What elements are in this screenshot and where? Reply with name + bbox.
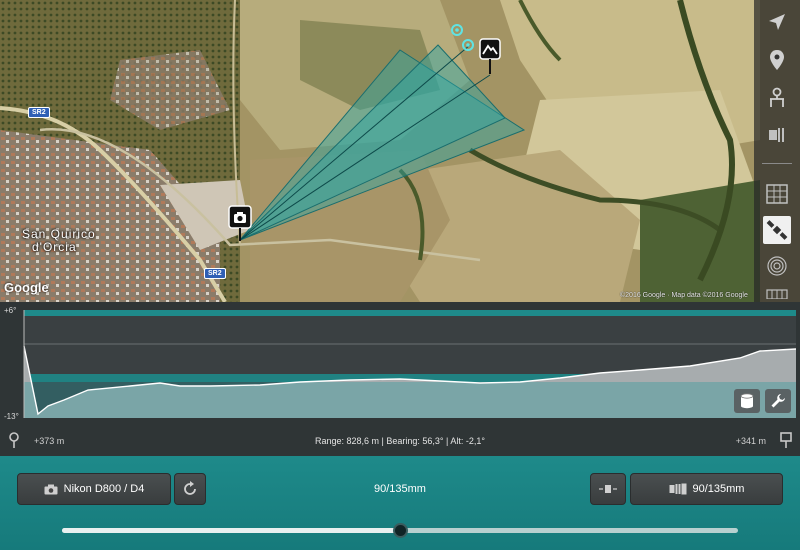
app-window: San Quirico d'Orcia SR2 SR2 Google ©2016… <box>0 0 800 550</box>
settings-button[interactable] <box>765 389 791 413</box>
lens-icon <box>669 483 686 495</box>
map-grid-icon[interactable] <box>763 180 791 208</box>
profile-top-label: +6° <box>4 306 17 315</box>
lens-orientation-button[interactable] <box>590 473 626 505</box>
camera-pin-icon[interactable] <box>228 205 252 241</box>
google-logo: Google <box>4 280 49 295</box>
target-ring-icon[interactable] <box>450 23 464 37</box>
dual-pin-icon[interactable] <box>763 84 791 112</box>
toolbar-divider <box>762 163 792 164</box>
camera-controls: Nikon D800 / D4 90/135mm 90/135mm <box>0 456 800 550</box>
lens-select-button[interactable]: 90/135mm <box>630 473 783 505</box>
navigation-arrow-icon[interactable] <box>763 8 791 36</box>
end-altitude: +341 m <box>735 436 766 446</box>
wrench-icon <box>771 394 785 408</box>
road-badge: SR2 <box>28 107 50 118</box>
satellite-icon[interactable] <box>763 216 791 244</box>
cylinder-icon <box>740 393 754 409</box>
elevation-profile-chart <box>0 302 800 428</box>
cylinder-button[interactable] <box>734 389 760 413</box>
more-layers-icon[interactable] <box>763 284 791 302</box>
satellite-map[interactable]: San Quirico d'Orcia SR2 SR2 Google ©2016… <box>0 0 800 302</box>
focal-slider-thumb[interactable] <box>392 523 408 538</box>
elevation-profile-panel[interactable]: +6° -13° <box>0 302 800 428</box>
target-ring-icon[interactable] <box>461 38 475 52</box>
lens-orientation-icon <box>599 485 617 493</box>
terrain-icon[interactable] <box>763 252 791 280</box>
mountain-pin-icon[interactable] <box>479 38 501 74</box>
map-copyright: ©2016 Google · Map data ©2016 Google <box>620 292 748 299</box>
town-label: San Quirico d'Orcia <box>22 228 96 254</box>
rangefinder-icon[interactable] <box>763 120 791 148</box>
focal-slider-fill <box>62 528 400 533</box>
range-bearing-text: Range: 828,6 m | Bearing: 56,3° | Alt: -… <box>315 436 485 446</box>
location-pin-icon[interactable] <box>763 46 791 74</box>
measurement-info-bar: +373 m Range: 828,6 m | Bearing: 56,3° |… <box>0 428 800 456</box>
end-pin-icon <box>780 432 792 448</box>
road-badge: SR2 <box>204 268 226 279</box>
map-toolbar <box>754 0 800 302</box>
profile-bottom-label: -13° <box>4 412 19 421</box>
town-label-line-2: d'Orcia <box>32 240 77 254</box>
lens-select-label: 90/135mm <box>692 483 745 495</box>
field-of-view-overlay <box>239 44 526 241</box>
